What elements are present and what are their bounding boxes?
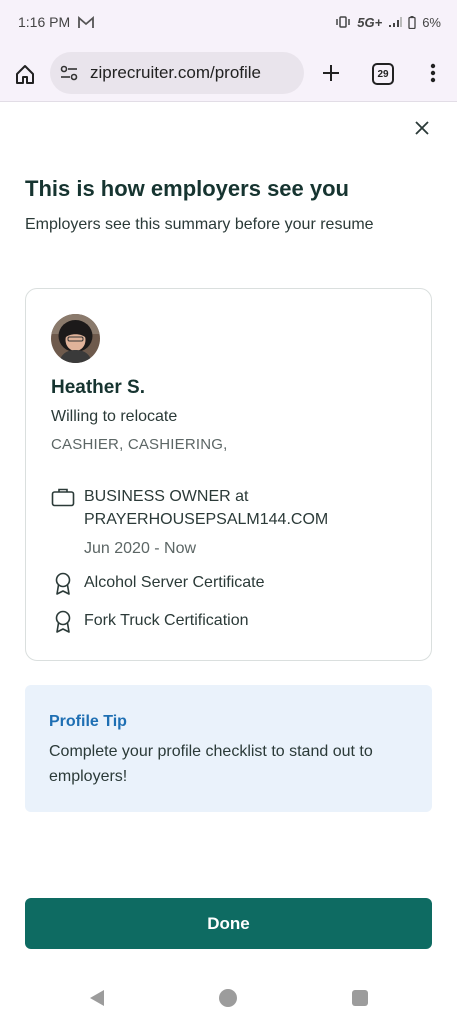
home-nav-icon[interactable]: [219, 989, 237, 1007]
new-tab-icon[interactable]: [318, 60, 344, 86]
battery-level: 6%: [422, 14, 441, 30]
url-text: ziprecruiter.com/profile: [90, 63, 262, 82]
certification-item: Alcohol Server Certificate: [51, 572, 411, 596]
status-left: 1:16 PM: [18, 14, 95, 30]
network-type: 5G+: [357, 14, 383, 30]
address-bar[interactable]: ziprecruiter.com/profile: [50, 52, 304, 94]
status-bar: 1:16 PM 5G+ 6%: [0, 0, 457, 44]
gmail-icon: [78, 15, 95, 29]
certification-name: Fork Truck Certification: [84, 612, 249, 629]
page-title: This is how employers see you: [25, 176, 349, 201]
home-icon[interactable]: [12, 61, 38, 87]
vibrate-icon: [335, 16, 351, 28]
status-right: 5G+ 6%: [335, 15, 441, 30]
tip-body: Complete your profile checklist to stand…: [49, 743, 373, 785]
signal-icon: [388, 16, 403, 28]
job-title: BUSINESS OWNER at PRAYERHOUSEPSALM144.CO…: [84, 488, 329, 528]
profile-tip: Profile Tip Complete your profile checkl…: [25, 685, 432, 812]
certification-item: Fork Truck Certification: [51, 610, 411, 634]
page-subtitle: Employers see this summary before your r…: [25, 216, 374, 233]
avatar: [51, 314, 100, 363]
desired-job-titles: CASHIER, CASHIERING,: [51, 436, 228, 453]
relocation-status: Willing to relocate: [51, 408, 178, 425]
job-dates: Jun 2020 - Now: [84, 540, 197, 557]
more-menu-icon[interactable]: [423, 60, 443, 86]
candidate-name: Heather S.: [51, 377, 145, 398]
back-icon[interactable]: [88, 989, 106, 1012]
battery-icon: [408, 15, 416, 29]
status-time: 1:16 PM: [18, 14, 71, 30]
close-icon[interactable]: [410, 116, 434, 140]
profile-summary-card: Heather S. Willing to relocate CASHIER, …: [25, 288, 432, 661]
browser-toolbar: ziprecruiter.com/profile 29: [0, 44, 457, 102]
certification-name: Alcohol Server Certificate: [84, 574, 265, 591]
system-nav-bar: [0, 975, 457, 1023]
award-ribbon-icon: [53, 572, 73, 596]
award-ribbon-icon: [53, 610, 73, 634]
tip-title: Profile Tip: [49, 713, 127, 730]
site-settings-icon[interactable]: [58, 62, 80, 84]
recents-icon[interactable]: [352, 990, 368, 1006]
briefcase-icon: [51, 487, 75, 507]
done-button[interactable]: Done: [25, 898, 432, 949]
tab-switcher-icon[interactable]: 29: [372, 63, 394, 85]
